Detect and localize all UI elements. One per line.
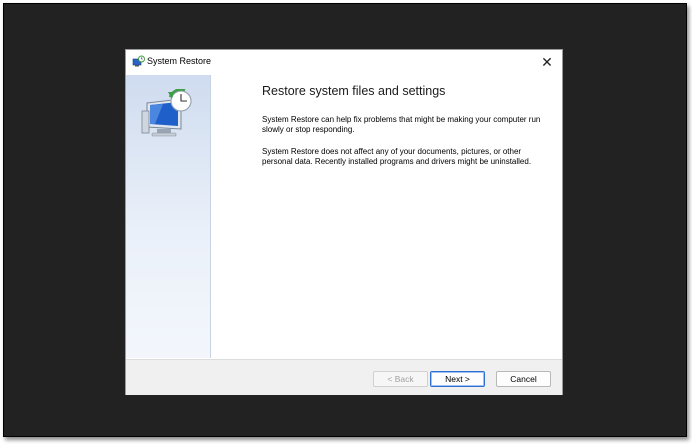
page-title: Restore system files and settings [262, 84, 446, 98]
close-button[interactable]: ✕ [536, 52, 558, 72]
window-title: System Restore [147, 56, 212, 66]
title-bar[interactable]: System Restore ✕ [126, 50, 562, 75]
wizard-sidebar [126, 75, 211, 358]
system-restore-icon [132, 55, 145, 68]
system-restore-graphic-icon [141, 88, 195, 139]
button-bar: < Back Next > Cancel [126, 359, 562, 395]
wizard-content: Restore system files and settings System… [262, 84, 542, 179]
screenshot-frame: System Restore ✕ Restore system files an… [3, 3, 687, 437]
cancel-button[interactable]: Cancel [496, 371, 551, 387]
system-restore-dialog: System Restore ✕ Restore system files an… [125, 49, 563, 395]
intro-paragraph: System Restore can help fix problems tha… [262, 115, 541, 134]
info-paragraph: System Restore does not affect any of yo… [262, 147, 532, 166]
back-button[interactable]: < Back [373, 371, 428, 387]
next-button[interactable]: Next > [430, 371, 485, 387]
